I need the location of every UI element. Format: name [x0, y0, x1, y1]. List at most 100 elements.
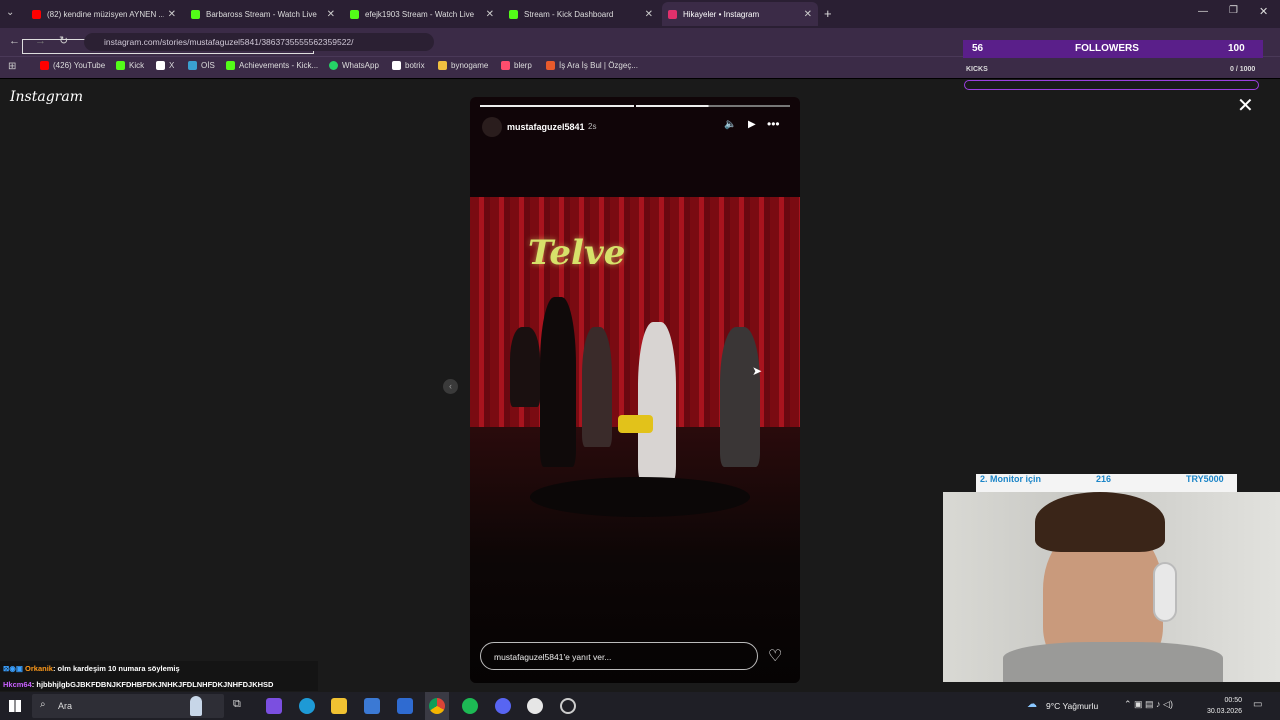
- back-icon[interactable]: ←: [9, 35, 20, 47]
- chat-text: : olm kardeşim 10 numara söylemiş: [52, 664, 180, 673]
- story-card[interactable]: Telve mustafaguzel5841 2s 🔈 ▶ •••: [470, 97, 800, 683]
- address-bar[interactable]: instagram.com/stories/mustafaguzel5841/3…: [84, 33, 434, 51]
- youtube-icon: [32, 9, 41, 19]
- new-tab-button[interactable]: +: [824, 6, 832, 21]
- tab-search-chevron-icon[interactable]: ⌄: [6, 7, 14, 18]
- mail-icon[interactable]: [397, 698, 413, 714]
- obs-icon[interactable]: [527, 698, 543, 714]
- kick-icon: [116, 61, 125, 70]
- tab-close-icon[interactable]: ✕: [645, 9, 653, 20]
- botrix-icon: [392, 61, 401, 70]
- notification-icon[interactable]: ▭: [1253, 699, 1262, 710]
- tab-kick-dashboard[interactable]: Stream - Kick Dashboard ✕: [503, 2, 659, 26]
- bookmark-ois[interactable]: OİS: [188, 61, 215, 70]
- chrome-icon[interactable]: [429, 698, 445, 714]
- bookmark-is-ara[interactable]: İş Ara İş Bul | Özgeç...: [546, 61, 638, 70]
- bookmark-label: Achievements - Kick...: [239, 61, 319, 70]
- clock-time[interactable]: 00:50: [1212, 697, 1242, 704]
- kick-icon: [191, 9, 200, 19]
- musician: [582, 327, 612, 447]
- story-username[interactable]: mustafaguzel5841: [507, 122, 585, 132]
- weather-text[interactable]: 9°C Yağmurlu: [1046, 701, 1098, 711]
- goal-count: 216: [1096, 474, 1112, 484]
- x-icon: [156, 61, 165, 70]
- weather-icon: ☁: [1027, 699, 1037, 710]
- heart-icon[interactable]: ♡: [768, 646, 782, 666]
- file-explorer-icon[interactable]: [331, 698, 347, 714]
- browser-tab-bar: ⌄ (82) kendine müzisyen AYNEN ... ✕ Barb…: [0, 0, 1280, 28]
- tab-title: Barbaross Stream - Watch Live: [206, 9, 317, 19]
- tab-title: Stream - Kick Dashboard: [524, 9, 614, 19]
- more-options-icon[interactable]: •••: [767, 117, 780, 131]
- kicks-value: 0 / 1000: [1230, 66, 1256, 73]
- bookmark-blerp[interactable]: blerp: [501, 61, 532, 70]
- tab-title: Hikayeler • Instagram: [683, 9, 760, 19]
- maximize-button[interactable]: ❐: [1229, 5, 1238, 16]
- avatar[interactable]: [482, 117, 502, 137]
- blerp-icon: [501, 61, 510, 70]
- copilot-icon[interactable]: [266, 698, 282, 714]
- tab-youtube[interactable]: (82) kendine müzisyen AYNEN ... ✕: [26, 2, 182, 26]
- tab-close-icon[interactable]: ✕: [486, 9, 494, 20]
- tab-efejk1903[interactable]: efejk1903 Stream - Watch Live ✕: [344, 2, 500, 26]
- musician: [540, 297, 576, 467]
- whatsapp-icon: [329, 61, 338, 70]
- speaker-icon[interactable]: 🔈: [724, 119, 736, 130]
- bookmark-whatsapp[interactable]: WhatsApp: [329, 61, 379, 70]
- bookmark-label: X: [169, 61, 175, 70]
- bookmark-label: (426) YouTube: [53, 61, 106, 70]
- apps-grid-icon[interactable]: ⊞: [8, 61, 16, 72]
- followers-label: FOLLOWERS: [1075, 43, 1139, 54]
- reply-input[interactable]: mustafaguzel5841'e yanıt ver...: [480, 642, 758, 670]
- bookmark-kick[interactable]: Kick: [116, 61, 144, 70]
- start-icon[interactable]: [9, 700, 21, 712]
- store-icon[interactable]: [364, 698, 380, 714]
- search-label: Ara: [58, 701, 73, 711]
- bookmark-label: blerp: [514, 61, 532, 70]
- bookmark-bynogame[interactable]: bynogame: [438, 61, 488, 70]
- tab-title: (82) kendine müzisyen AYNEN ...: [47, 9, 164, 19]
- musician: [510, 327, 540, 407]
- play-icon[interactable]: ▶: [748, 119, 756, 130]
- discord-icon[interactable]: [495, 698, 511, 714]
- tab-instagram[interactable]: Hikayeler • Instagram ✕: [662, 2, 818, 26]
- search-icon: ⌕: [40, 699, 46, 710]
- tab-close-icon[interactable]: ✕: [327, 9, 335, 20]
- instagram-logo[interactable]: Instagram: [10, 89, 83, 105]
- bookmark-x[interactable]: X: [156, 61, 174, 70]
- previous-story-button[interactable]: ‹: [443, 379, 458, 394]
- clock-date[interactable]: 30.03.2026: [1202, 708, 1242, 715]
- settings-icon[interactable]: [560, 698, 576, 714]
- close-story-button[interactable]: ✕: [1237, 93, 1254, 118]
- followers-goal-bar: 56 FOLLOWERS 100: [963, 40, 1263, 58]
- bookmark-botrix[interactable]: botrix: [392, 61, 425, 70]
- singer: [638, 322, 676, 482]
- edge-icon[interactable]: [299, 698, 315, 714]
- spotify-icon[interactable]: [462, 698, 478, 714]
- bynogame-icon: [438, 61, 447, 70]
- kicks-progress-bar: [964, 80, 1259, 90]
- instagram-icon: [668, 9, 677, 19]
- tab-barbaross[interactable]: Barbaross Stream - Watch Live ✕: [185, 2, 341, 26]
- close-window-button[interactable]: ✕: [1259, 5, 1268, 18]
- bookmark-label: bynogame: [451, 61, 489, 70]
- url-text: instagram.com/stories/mustafaguzel5841/3…: [104, 37, 354, 47]
- bookmark-achievements[interactable]: Achievements - Kick...: [226, 61, 318, 70]
- goal-title: 2. Monitor için: [980, 474, 1042, 484]
- story-time: 2s: [588, 122, 597, 131]
- tab-close-icon[interactable]: ✕: [804, 9, 812, 20]
- system-tray-icons[interactable]: ⌃ ▣ ▤ ♪ ◁): [1124, 699, 1173, 710]
- streamer-shirt: [1003, 642, 1223, 682]
- followers-count: 56: [972, 43, 984, 54]
- tab-close-icon[interactable]: ✕: [168, 9, 176, 20]
- bookmark-youtube[interactable]: (426) YouTube: [40, 61, 105, 70]
- ois-icon: [188, 61, 197, 70]
- yellow-chair: [618, 415, 653, 433]
- task-view-icon[interactable]: ⧉: [233, 698, 241, 711]
- badge-icon: ⊠◉▣: [3, 664, 23, 673]
- minimize-button[interactable]: —: [1198, 6, 1208, 17]
- bookmarks-bar: ⊞ (426) YouTube Kick X OİS Achievements …: [0, 56, 1280, 78]
- chat-message: ⊠◉▣ Orkanik: olm kardeşim 10 numara söyl…: [3, 664, 180, 673]
- kick-icon: [509, 9, 518, 19]
- followers-goal: 100: [1228, 43, 1245, 54]
